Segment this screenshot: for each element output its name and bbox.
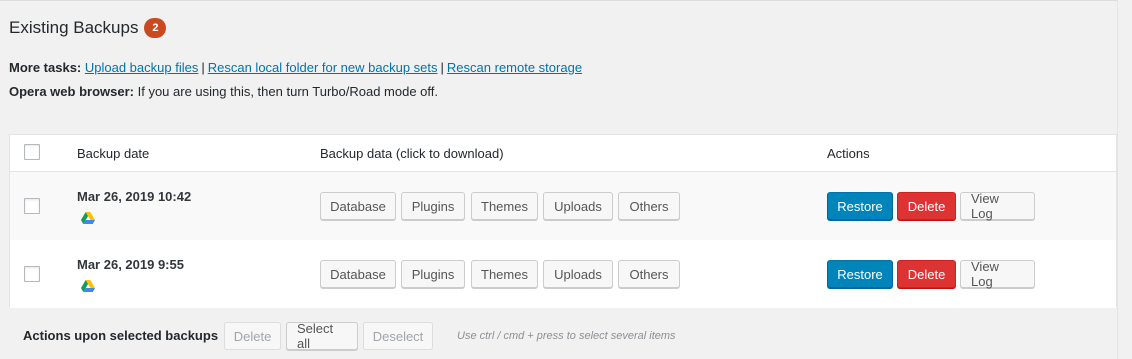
page-title: Existing Backups <box>9 18 139 37</box>
section-heading: Existing Backups 2 <box>9 18 167 38</box>
opera-text: If you are using this, then turn Turbo/R… <box>137 84 438 99</box>
download-themes-button[interactable]: Themes <box>471 192 538 220</box>
restore-button[interactable]: Restore <box>827 260 893 288</box>
more-tasks: More tasks: Upload backup files | Rescan l… <box>9 60 582 76</box>
download-plugins-button[interactable]: Plugins <box>401 260 465 288</box>
download-database-button[interactable]: Database <box>320 260 396 288</box>
bulk-delete-button[interactable]: Delete <box>224 322 281 350</box>
download-uploads-button[interactable]: Uploads <box>543 260 613 288</box>
row-checkbox[interactable] <box>24 198 40 214</box>
deselect-button[interactable]: Deselect <box>363 322 433 350</box>
google-drive-icon <box>81 280 95 292</box>
download-plugins-button[interactable]: Plugins <box>401 192 465 220</box>
download-themes-button[interactable]: Themes <box>471 260 538 288</box>
table-header: Backup date Backup data (click to downlo… <box>10 135 1116 172</box>
delete-button[interactable]: Delete <box>897 192 956 220</box>
select-all-checkbox[interactable] <box>24 144 40 160</box>
view-log-button[interactable]: View Log <box>960 191 1035 221</box>
header-backup-data: Backup data (click to download) <box>320 146 504 161</box>
row-checkbox[interactable] <box>24 266 40 282</box>
upload-backup-files-link[interactable]: Upload backup files <box>85 60 198 75</box>
restore-button[interactable]: Restore <box>827 192 893 220</box>
top-divider <box>0 0 1117 1</box>
view-log-button[interactable]: View Log <box>960 259 1035 289</box>
bulk-actions-label: Actions upon selected backups <box>23 328 219 343</box>
download-others-button[interactable]: Others <box>618 260 680 288</box>
delete-button[interactable]: Delete <box>897 260 956 288</box>
backup-date: Mar 26, 2019 10:42 <box>77 189 192 204</box>
table-row[interactable]: Mar 26, 2019 10:42 Database Plugins Them… <box>10 172 1116 240</box>
table-row[interactable]: Mar 26, 2019 9:55 Database Plugins Theme… <box>10 240 1116 308</box>
panel-edge <box>1117 0 1118 359</box>
opera-label: Opera web browser: <box>9 84 134 99</box>
separator: | <box>440 60 444 75</box>
header-actions: Actions <box>827 146 870 161</box>
rescan-local-folder-link[interactable]: Rescan local folder for new backup sets <box>208 60 438 75</box>
select-all-button[interactable]: Select all <box>286 321 358 351</box>
download-others-button[interactable]: Others <box>618 192 680 220</box>
header-backup-date: Backup date <box>77 146 150 161</box>
more-tasks-label: More tasks: <box>9 60 82 75</box>
separator: | <box>201 60 205 75</box>
backup-date: Mar 26, 2019 9:55 <box>77 257 184 272</box>
backup-count-badge: 2 <box>144 18 167 38</box>
backups-table: Backup date Backup data (click to downlo… <box>9 134 1117 308</box>
multi-select-hint: Use ctrl / cmd + press to select several… <box>457 330 676 342</box>
rescan-remote-storage-link[interactable]: Rescan remote storage <box>447 60 582 75</box>
download-database-button[interactable]: Database <box>320 192 396 220</box>
opera-notice: Opera web browser: If you are using this… <box>9 84 438 100</box>
download-uploads-button[interactable]: Uploads <box>543 192 613 220</box>
google-drive-icon <box>81 212 95 224</box>
